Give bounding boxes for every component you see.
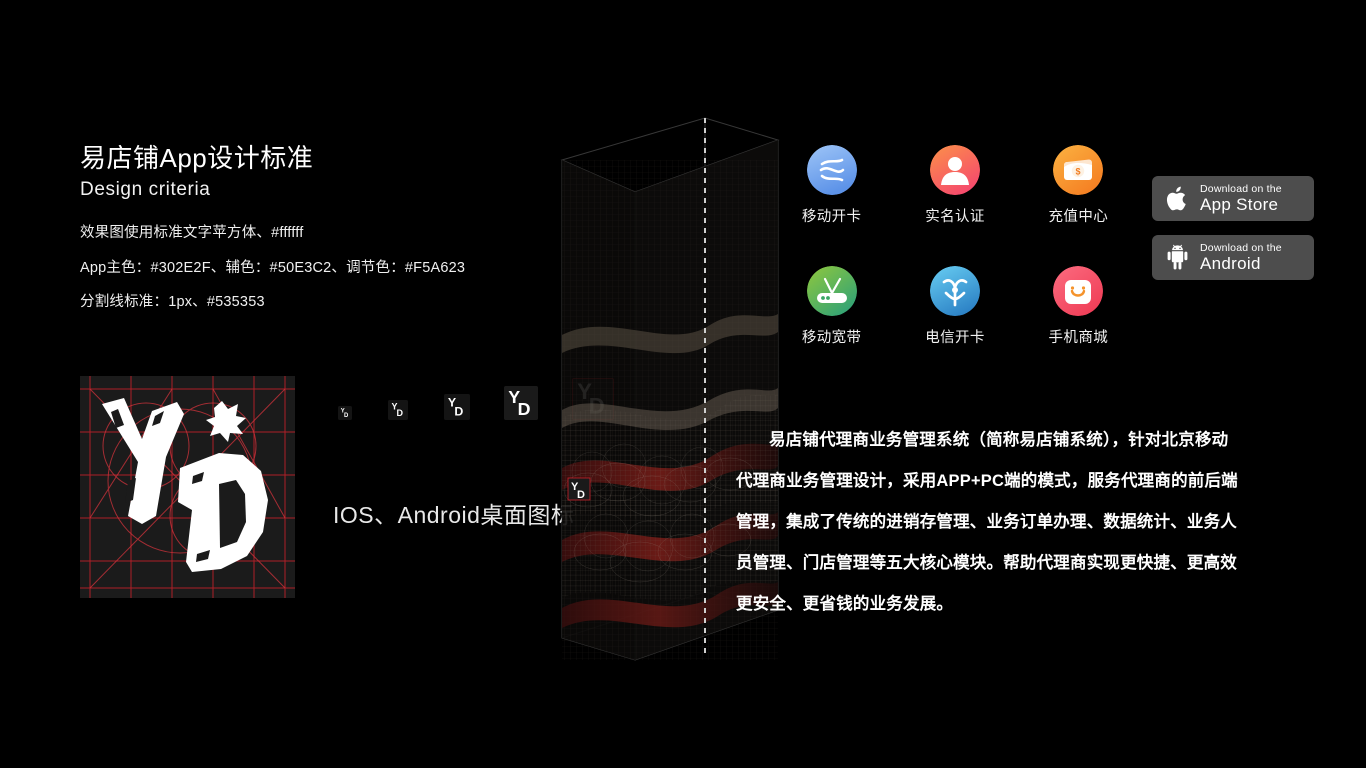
android-badge[interactable]: Download on the Android — [1152, 235, 1314, 280]
yd-logo-icon — [80, 376, 295, 598]
ramp-icon-1: YD — [338, 406, 352, 420]
svg-text:D: D — [344, 413, 349, 419]
ramp-icon-3: YD — [444, 394, 470, 420]
app-icon-china-mobile[interactable]: 移动开卡 — [770, 145, 893, 226]
product-description: 易店铺代理商业务管理系统（简称易店铺系统），针对北京移动 代理商业务管理设计，采… — [736, 420, 1326, 625]
badge-large-text: App Store — [1200, 194, 1279, 214]
app-store-badge[interactable]: Download on the App Store — [1152, 176, 1314, 221]
app-icon-china-telecom[interactable]: 电信开卡 — [893, 266, 1016, 347]
app-label: 移动宽带 — [801, 330, 862, 346]
app-label: 移动开卡 — [801, 209, 862, 225]
desc-line: 易店铺代理商业务管理系统（简称易店铺系统），针对北京移动 — [769, 431, 1229, 449]
svg-text:$: $ — [1076, 167, 1081, 177]
app-icon-grid: 移动开卡 实名认证 $ 充值中心 移动宽带 电信开卡 手机商城 — [770, 145, 1140, 347]
spec-list: 效果图使用标准文字苹方体、#ffffff App主色：#302E2F、辅色：#5… — [80, 226, 465, 330]
desc-line: 更安全、更省钱的业务发展。 — [736, 595, 954, 613]
desc-line: 管理，集成了传统的进销存管理、业务订单办理、数据统计、业务人 — [736, 513, 1237, 531]
app-icon-row-1: 移动开卡 实名认证 $ 充值中心 — [770, 145, 1140, 226]
desktop-icon-caption: IOS、Android桌面图标 — [333, 502, 575, 528]
badge-large-text: Android — [1200, 253, 1261, 273]
app-label: 充值中心 — [1048, 209, 1109, 225]
shopping-bag-icon — [1053, 266, 1104, 316]
vertical-dashed-divider — [704, 118, 706, 656]
spec-line-font: 效果图使用标准文字苹方体、#ffffff — [80, 225, 304, 241]
ramp-icon-4: YD — [504, 386, 538, 420]
title-chinese: 易店铺App设计标准 — [80, 143, 314, 173]
china-telecom-icon — [929, 266, 980, 316]
app-icon-broadband[interactable]: 移动宽带 — [770, 266, 893, 347]
store-badges: Download on the App Store Download on th… — [1152, 176, 1314, 294]
slide-canvas: 易店铺App设计标准 Design criteria 效果图使用标准文字苹方体、… — [0, 0, 1366, 768]
apple-icon — [1164, 184, 1191, 214]
badge-text: Download on the App Store — [1200, 182, 1282, 214]
badge-text: Download on the Android — [1200, 241, 1282, 273]
svg-text:D: D — [397, 408, 404, 418]
wallet-dollar-icon: $ — [1053, 145, 1104, 195]
person-verify-icon — [929, 145, 980, 195]
badge-small-text: Download on the — [1200, 182, 1282, 195]
china-mobile-icon — [806, 145, 857, 195]
spec-line-divider: 分割线标准：1px、#535353 — [80, 294, 265, 310]
app-label: 电信开卡 — [925, 330, 985, 346]
page-title: 易店铺App设计标准 Design criteria — [80, 142, 313, 201]
logo-construction-grid — [80, 376, 295, 598]
router-wifi-icon — [806, 266, 857, 316]
app-icon-real-name[interactable]: 实名认证 — [893, 145, 1016, 226]
badge-small-text: Download on the — [1200, 241, 1282, 254]
app-label: 手机商城 — [1048, 330, 1109, 346]
spec-line-colors: App主色：#302E2F、辅色：#50E3C2、调节色：#F5A623 — [80, 259, 466, 276]
app-icon-recharge[interactable]: $ 充值中心 — [1017, 145, 1140, 226]
svg-text:D: D — [518, 399, 531, 419]
desc-line: 代理商业务管理设计，采用APP+PC端的模式，服务代理商的前后端 — [736, 472, 1238, 490]
android-icon — [1164, 243, 1191, 273]
svg-text:D: D — [454, 404, 463, 418]
app-icon-row-2: 移动宽带 电信开卡 手机商城 — [770, 266, 1140, 347]
desc-line: 员管理、门店管理等五大核心模块。帮助代理商实现更快捷、更高效 — [736, 554, 1237, 572]
svg-text:D: D — [577, 489, 585, 501]
title-english: Design criteria — [80, 178, 211, 200]
app-label: 实名认证 — [925, 209, 985, 225]
ramp-icon-2: YD — [388, 400, 408, 420]
app-icon-phone-mall[interactable]: 手机商城 — [1017, 266, 1140, 347]
